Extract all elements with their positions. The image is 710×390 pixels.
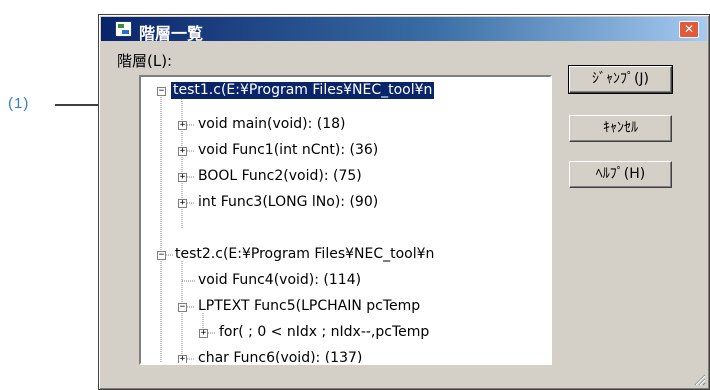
window-title: 階層一覧 (139, 24, 204, 43)
tree-node-main[interactable]: void main(void): (18) (198, 116, 346, 133)
tree-node-func3[interactable]: int Func3(LONG lNo): (90) (198, 194, 378, 211)
resize-grip-icon[interactable] (694, 374, 706, 386)
tree-node-test2[interactable]: test2.c(E:¥Program Files¥NEC_tool¥n (175, 246, 434, 263)
tree-node-test1[interactable]: test1.c(E:¥Program Files¥NEC_tool¥n (169, 81, 436, 100)
collapse-toggle-icon[interactable]: − (157, 251, 166, 260)
close-button[interactable]: ✕ (679, 21, 699, 38)
tree-node-for-loop[interactable]: for( ; 0 < nIdx ; nIdx--,pcTemp (219, 324, 429, 341)
cancel-button[interactable]: ｷｬﾝｾﾙ (569, 115, 672, 142)
tree-node-func2[interactable]: BOOL Func2(void): (75) (198, 168, 362, 185)
hierarchy-tree[interactable]: − test1.c(E:¥Program Files¥NEC_tool¥n + … (139, 75, 552, 365)
expand-toggle-icon[interactable]: + (178, 199, 187, 208)
collapse-toggle-icon[interactable]: − (178, 303, 187, 312)
tree-node-func1[interactable]: void Func1(int nCnt): (36) (198, 142, 378, 159)
jump-button[interactable]: ｼﾞｬﾝﾌﾟ(J) (568, 65, 673, 94)
tree-node-func4[interactable]: void Func4(void): (114) (198, 272, 361, 289)
hierarchy-dialog: 階層一覧 ✕ 階層(L): − test1.c(E:¥Program Files… (98, 14, 710, 390)
collapse-toggle-icon[interactable]: − (157, 87, 166, 96)
title-bar[interactable]: 階層一覧 ✕ (101, 17, 707, 43)
expand-toggle-icon[interactable]: + (199, 329, 208, 338)
hierarchy-label: 階層(L): (117, 52, 173, 70)
callout-label: (1) (8, 95, 30, 112)
window-app-icon (115, 21, 132, 37)
tree-node-func6[interactable]: char Func6(void): (137) (198, 350, 362, 363)
tree-node-func5[interactable]: LPTEXT Func5(LPCHAIN pcTemp (198, 298, 420, 315)
expand-toggle-icon[interactable]: + (178, 121, 187, 130)
expand-toggle-icon[interactable]: + (178, 355, 187, 363)
expand-toggle-icon[interactable]: + (178, 147, 187, 156)
expand-toggle-icon[interactable]: + (178, 173, 187, 182)
help-button[interactable]: ﾍﾙﾌﾟ(H) (569, 161, 672, 188)
